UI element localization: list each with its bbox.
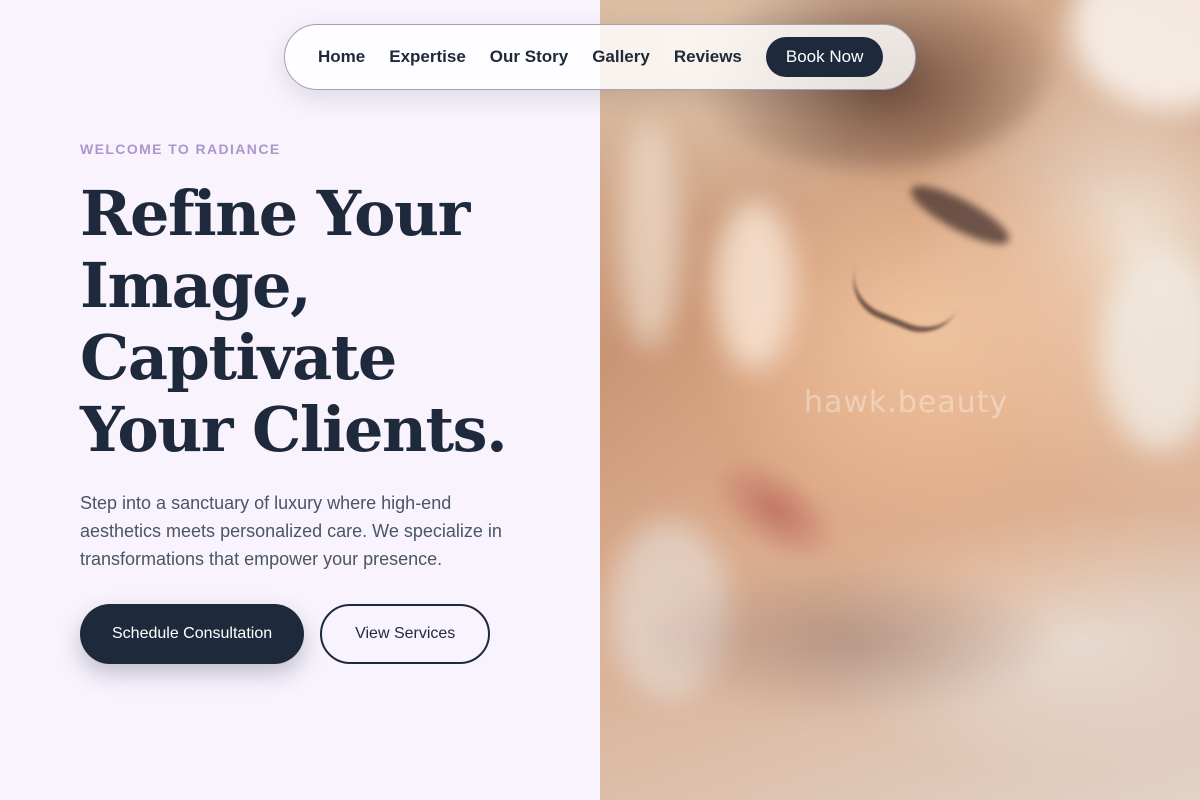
bokeh-light: [1100, 250, 1200, 450]
hero-image: hawk.beauty: [600, 0, 1200, 800]
nav-link-expertise[interactable]: Expertise: [389, 47, 466, 67]
nav-link-reviews[interactable]: Reviews: [674, 47, 742, 67]
schedule-consultation-button[interactable]: Schedule Consultation: [80, 604, 305, 664]
image-watermark: hawk.beauty: [804, 385, 1009, 420]
nav-link-gallery[interactable]: Gallery: [592, 47, 650, 67]
book-now-button[interactable]: Book Now: [765, 37, 884, 77]
bokeh-light: [620, 120, 680, 350]
nav-links: Home Expertise Our Story Gallery Reviews: [318, 47, 766, 67]
headline-line: Image,: [80, 249, 312, 322]
bokeh-light: [1070, 0, 1200, 110]
hero-headline: Refine Your Image, Captivate Your Client…: [80, 178, 600, 466]
hero-cta-group: Schedule Consultation View Services: [80, 604, 491, 664]
neck-shadow: [640, 560, 1060, 720]
eyebrow-shape: [904, 175, 1016, 255]
hero-eyebrow: WELCOME TO RADIANCE: [80, 141, 281, 157]
view-services-button[interactable]: View Services: [320, 604, 491, 664]
hero-description: Step into a sanctuary of luxury where hi…: [80, 493, 502, 569]
headline-line: Your Clients.: [80, 393, 508, 466]
headline-line: Refine Your: [80, 177, 470, 250]
headline-line: Captivate: [80, 321, 397, 394]
nav-link-our-story[interactable]: Our Story: [490, 47, 568, 67]
light-flare: [715, 200, 795, 370]
nav-link-home[interactable]: Home: [318, 47, 365, 67]
eyelash-shape: [841, 265, 959, 345]
main-nav: Home Expertise Our Story Gallery Reviews…: [284, 24, 916, 90]
